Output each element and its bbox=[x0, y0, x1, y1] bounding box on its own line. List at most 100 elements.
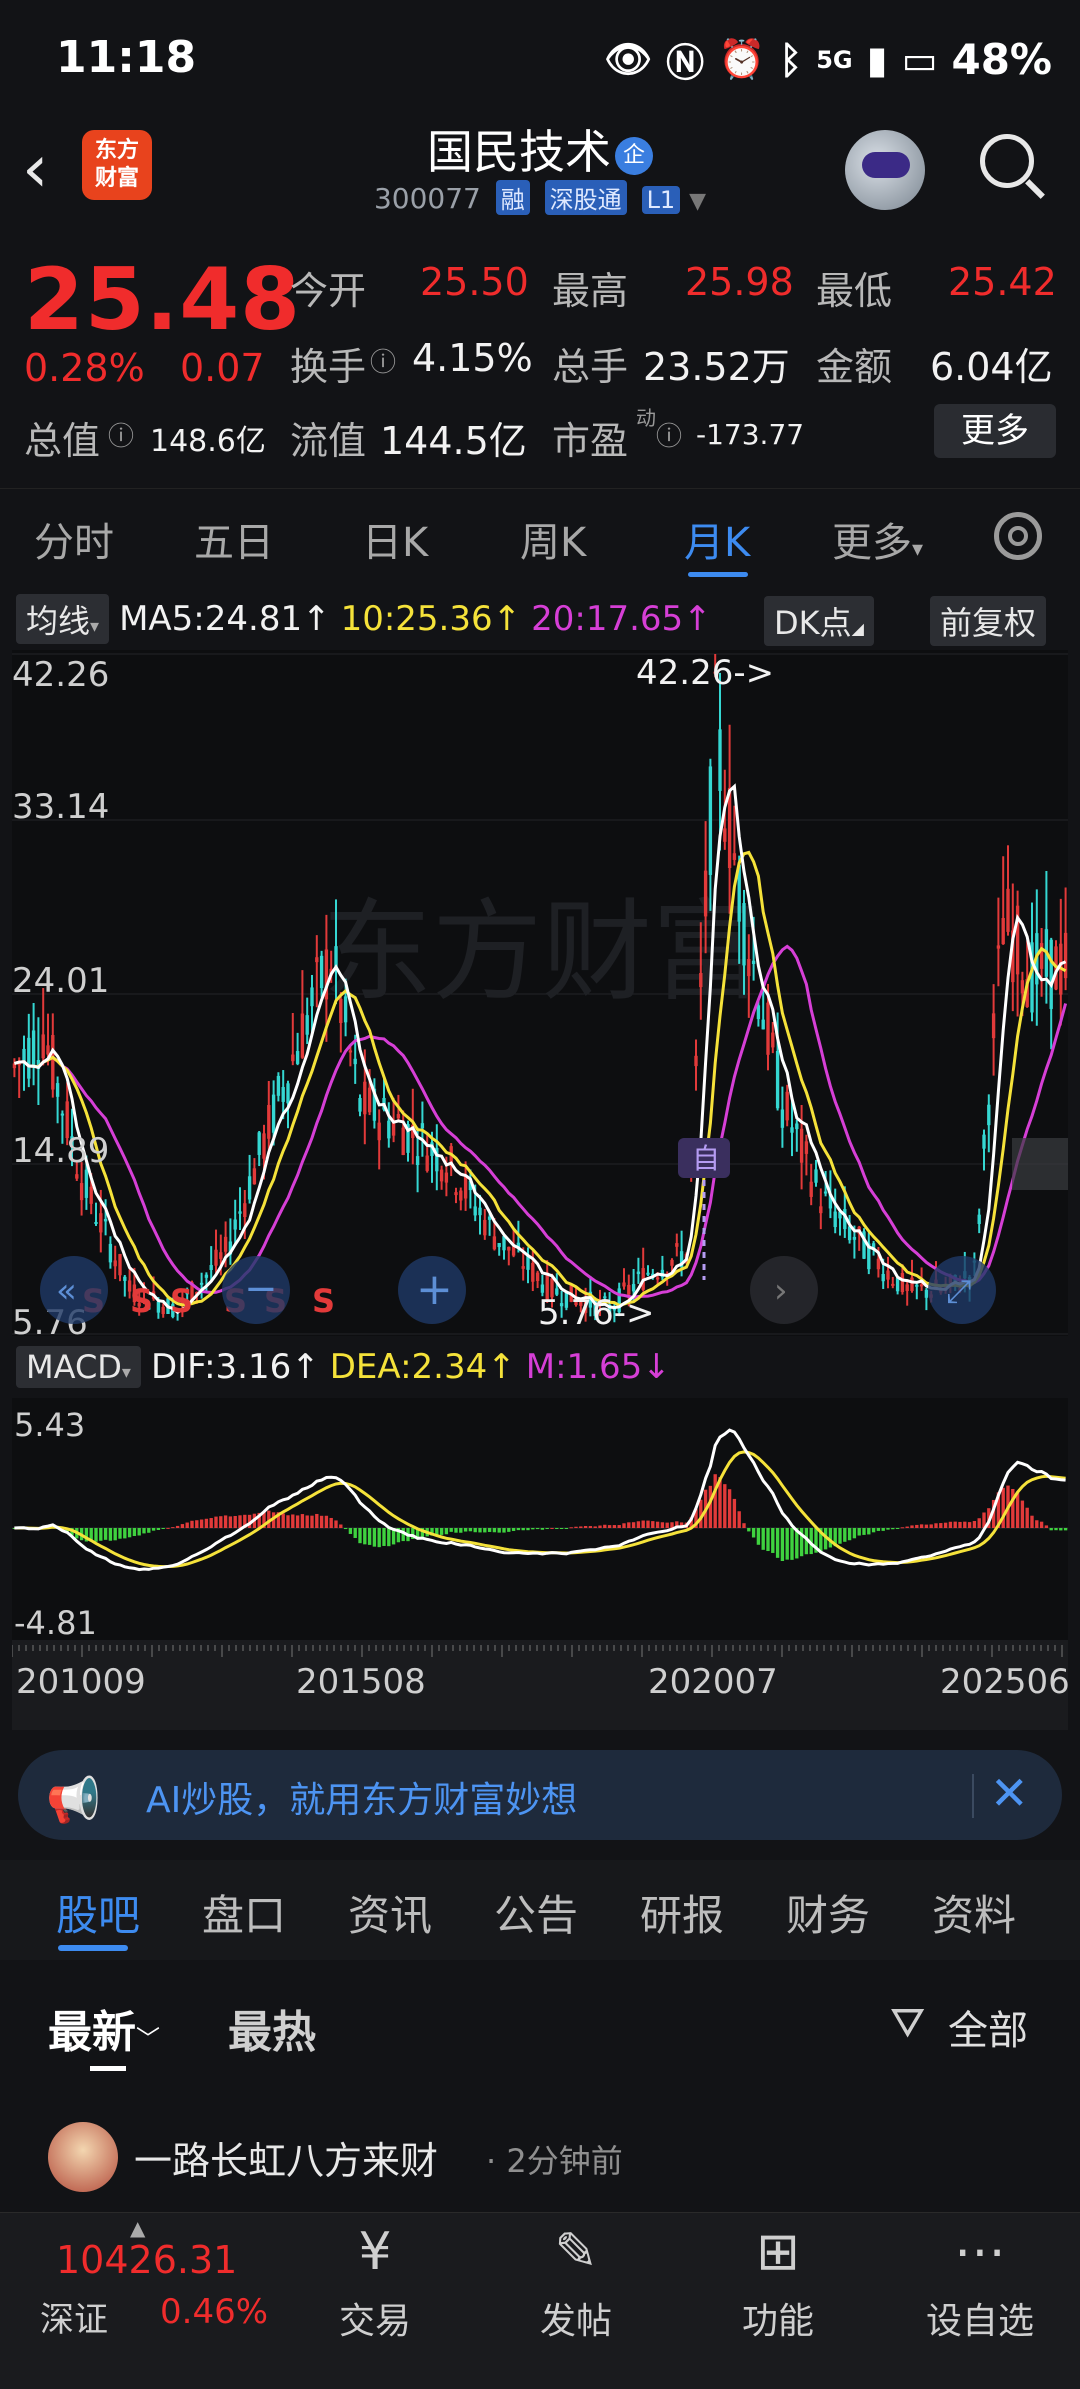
candle-body bbox=[257, 1132, 261, 1155]
filter-icon[interactable]: ⛛ bbox=[890, 1998, 925, 2048]
macd-bar bbox=[708, 1485, 713, 1528]
more-quote-button[interactable]: 更多 bbox=[934, 404, 1056, 458]
ma5-value: MA5:24.81↑ bbox=[119, 599, 331, 639]
macd-bar bbox=[646, 1520, 650, 1528]
tab-orderbook[interactable]: 盘口 bbox=[202, 1882, 286, 1943]
tab-forum[interactable]: 股吧 bbox=[56, 1882, 140, 1943]
ai-assistant-visor bbox=[862, 152, 910, 178]
ai-banner-text[interactable]: AI炒股，就用东方财富妙想 bbox=[146, 1771, 577, 1823]
candle-body bbox=[1049, 939, 1053, 1009]
tag-level: L1 bbox=[641, 186, 681, 214]
eye-icon: 👁 bbox=[603, 37, 653, 81]
macd-bar bbox=[1049, 1528, 1053, 1531]
dk-point-button[interactable]: DK点◢ bbox=[764, 596, 874, 646]
macd-bar bbox=[617, 1525, 621, 1528]
macd-bar bbox=[857, 1528, 861, 1536]
edit-icon[interactable]: ✎ bbox=[506, 2222, 646, 2282]
nav-functions[interactable]: 功能 bbox=[708, 2292, 848, 2344]
macd-bar bbox=[881, 1528, 885, 1531]
index-name[interactable]: 深证 bbox=[40, 2292, 108, 2341]
tab-research[interactable]: 研报 bbox=[640, 1882, 724, 1943]
candle-body bbox=[425, 1155, 429, 1171]
macd-bar bbox=[660, 1522, 665, 1528]
ma-selector[interactable]: 均线▾ bbox=[16, 594, 110, 644]
post-username[interactable]: 一路长虹八方来财 bbox=[134, 2130, 438, 2185]
macd-bar bbox=[147, 1528, 151, 1533]
candle-body bbox=[511, 1246, 516, 1256]
candle-body bbox=[876, 1258, 881, 1270]
avatar[interactable] bbox=[48, 2122, 118, 2192]
macd-bar bbox=[521, 1528, 525, 1531]
info-icon[interactable]: ⓘ bbox=[370, 342, 396, 379]
tab-finance[interactable]: 财务 bbox=[786, 1882, 870, 1943]
more-dots-icon[interactable]: ⋯ bbox=[910, 2222, 1050, 2282]
close-icon[interactable]: ✕ bbox=[990, 1766, 1029, 1820]
macd-bar bbox=[838, 1528, 842, 1544]
macd-y-tick: -4.81 bbox=[14, 1604, 97, 1642]
scroll-handle[interactable] bbox=[1012, 1138, 1068, 1190]
macd-bar bbox=[905, 1526, 909, 1528]
trade-icon[interactable]: ¥ bbox=[305, 2222, 445, 2282]
candle-body bbox=[761, 1019, 765, 1030]
macd-bar bbox=[1035, 1520, 1039, 1528]
candle-body bbox=[454, 1192, 458, 1196]
nav-trade[interactable]: 交易 bbox=[305, 2292, 445, 2344]
macd-bar bbox=[459, 1528, 463, 1533]
macd-bar bbox=[723, 1484, 727, 1528]
tab-monthly-k[interactable]: 月K bbox=[684, 510, 750, 568]
macd-bg bbox=[12, 1398, 1068, 1642]
index-change[interactable]: 0.46% bbox=[160, 2292, 268, 2332]
tab-profile[interactable]: 资料 bbox=[932, 1882, 1016, 1943]
macd-bar bbox=[1030, 1515, 1034, 1528]
adjust-button[interactable]: 前复权 bbox=[930, 596, 1047, 646]
nav-post[interactable]: 发帖 bbox=[506, 2292, 646, 2344]
candle-body bbox=[103, 1218, 108, 1222]
sort-latest[interactable]: 最新﹀ bbox=[48, 1996, 160, 2060]
nav-add-watchlist[interactable]: 设自选 bbox=[910, 2292, 1050, 2344]
tab-announcements[interactable]: 公告 bbox=[494, 1882, 578, 1943]
candle-body bbox=[1006, 888, 1010, 932]
index-value[interactable]: 10426.31 bbox=[56, 2238, 237, 2282]
candle-body bbox=[833, 1211, 837, 1228]
candle-body bbox=[396, 1114, 401, 1119]
candle-body bbox=[732, 853, 737, 860]
high-label: 最高 bbox=[552, 269, 629, 313]
macd-bar bbox=[636, 1521, 641, 1528]
tab-weekly-k[interactable]: 周K bbox=[520, 510, 586, 568]
candle-body bbox=[343, 996, 348, 1023]
macd-bar bbox=[972, 1520, 977, 1528]
macd-bar bbox=[118, 1528, 122, 1539]
filter-all[interactable]: 全部 bbox=[948, 1998, 1028, 2056]
tab-intraday[interactable]: 分时 bbox=[34, 510, 114, 568]
macd-bar bbox=[631, 1522, 636, 1528]
tab-news[interactable]: 资讯 bbox=[348, 1882, 432, 1943]
candle-body bbox=[353, 1058, 357, 1065]
macd-bar bbox=[463, 1528, 468, 1532]
candle-body bbox=[271, 1094, 276, 1133]
macd-selector[interactable]: MACD▾ bbox=[16, 1346, 141, 1388]
sort-hot[interactable]: 最热 bbox=[228, 1996, 316, 2060]
macd-bar bbox=[507, 1528, 511, 1532]
macd-bar bbox=[1044, 1525, 1049, 1528]
kline-chart[interactable]: 东方财富 42.26 33.14 24.01 14.89 5.76 42.26-… bbox=[12, 650, 1068, 1336]
search-icon[interactable] bbox=[980, 134, 1034, 188]
tab-more[interactable]: 更多▾ bbox=[832, 510, 923, 568]
macd-bar bbox=[876, 1528, 881, 1531]
candle-body bbox=[540, 1284, 545, 1293]
info-icon[interactable]: ⓘ bbox=[656, 416, 682, 453]
macd-chart[interactable]: 5.43 -4.81 bbox=[12, 1398, 1068, 1642]
tab-daily-k[interactable]: 日K bbox=[362, 510, 428, 568]
macd-bar bbox=[919, 1524, 924, 1528]
macd-bar bbox=[387, 1528, 391, 1547]
candle-body bbox=[94, 1221, 98, 1224]
info-icon[interactable]: ⓘ bbox=[108, 416, 134, 453]
tab-five-day[interactable]: 五日 bbox=[194, 510, 274, 568]
macd-bar bbox=[939, 1523, 943, 1528]
candle-body bbox=[305, 1015, 309, 1035]
grid-icon[interactable]: ⊞ bbox=[708, 2222, 848, 2282]
macd-bar bbox=[132, 1528, 137, 1537]
macd-bar bbox=[651, 1521, 655, 1528]
candle-body bbox=[27, 1037, 31, 1079]
change-amount: 0.07 bbox=[180, 346, 265, 390]
candle-body bbox=[300, 1013, 305, 1058]
